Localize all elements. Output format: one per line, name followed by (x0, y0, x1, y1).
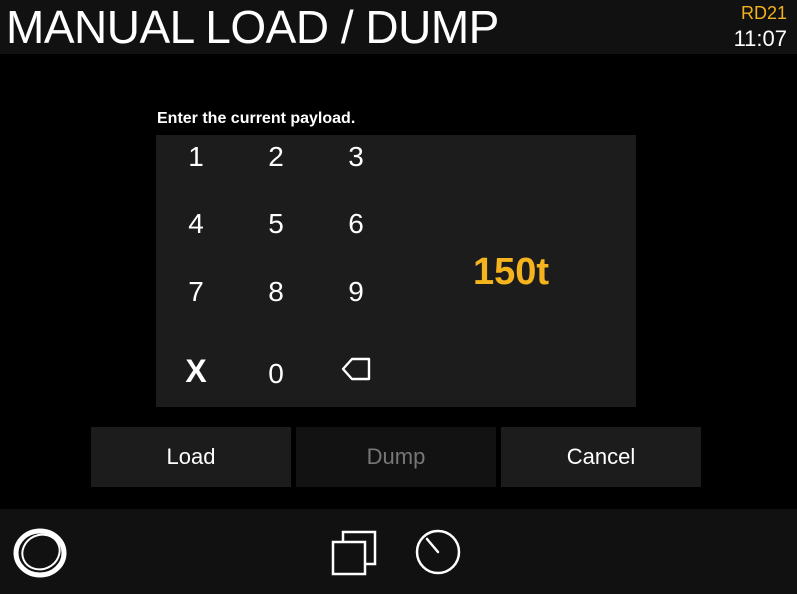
key-1[interactable]: 1 (166, 129, 226, 185)
key-0[interactable]: 0 (246, 346, 306, 402)
key-5[interactable]: 5 (246, 196, 306, 252)
key-2[interactable]: 2 (246, 129, 306, 185)
load-button[interactable]: Load (91, 427, 291, 487)
cancel-button[interactable]: Cancel (501, 427, 701, 487)
header-bar: MANUAL LOAD / DUMP RD21 11:07 (0, 0, 797, 54)
unit-id-label: RD21 (740, 3, 787, 23)
logo-icon[interactable] (11, 524, 69, 582)
key-3[interactable]: 3 (326, 129, 386, 185)
timer-icon[interactable] (413, 527, 463, 577)
keypad-panel: 1 2 3 4 5 6 7 8 9 X 0 150t (156, 135, 636, 407)
backspace-key[interactable] (326, 344, 386, 400)
payload-prompt: Enter the current payload. (157, 110, 356, 127)
copy-pages-icon[interactable] (329, 528, 379, 578)
footer-bar (0, 509, 797, 594)
page-title: MANUAL LOAD / DUMP (6, 1, 499, 53)
payload-value: 150t (472, 251, 550, 293)
key-7[interactable]: 7 (166, 264, 226, 320)
backspace-icon (340, 355, 372, 390)
clear-key[interactable]: X (166, 343, 226, 399)
dump-button[interactable]: Dump (296, 427, 496, 487)
key-8[interactable]: 8 (246, 264, 306, 320)
key-6[interactable]: 6 (326, 196, 386, 252)
key-4[interactable]: 4 (166, 196, 226, 252)
key-9[interactable]: 9 (326, 264, 386, 320)
clock: 11:07 (733, 26, 787, 51)
